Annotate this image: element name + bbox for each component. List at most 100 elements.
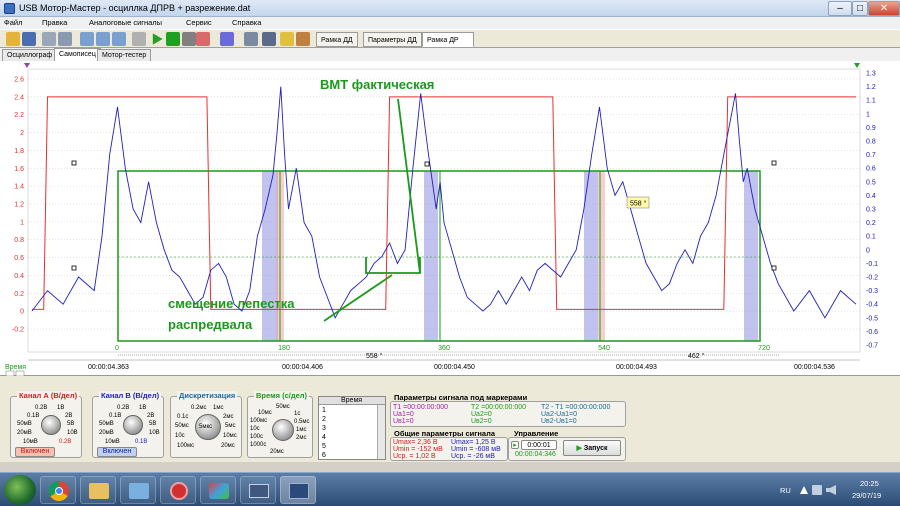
tab-motor-tester[interactable]: Мотор-тестер <box>97 49 152 61</box>
toolbar-tab-frame-dd[interactable]: Рамка ДД <box>316 32 358 47</box>
knob-label: 1В <box>139 405 147 411</box>
table-row[interactable]: 5 <box>322 443 326 450</box>
channel-b-enable-button[interactable]: Включен <box>97 447 137 457</box>
trigger-marker-left[interactable] <box>24 63 30 68</box>
marker-handle[interactable] <box>771 160 777 166</box>
minimize-button[interactable]: – <box>828 1 852 16</box>
time-tick: 00:00:04.363 <box>88 364 129 371</box>
right-tick-label: 0.1 <box>866 234 876 241</box>
knob-selected-value: 0.1В <box>135 439 148 445</box>
marker-handle[interactable] <box>71 265 77 271</box>
window-title: USB Мотор-Мастер - осциллка ДПРВ + разре… <box>19 3 251 13</box>
control-time-input[interactable]: 0:00:01 <box>521 440 557 450</box>
channel-a-title: Канал А (В/дел) <box>17 391 80 400</box>
print-preview-icon[interactable] <box>42 32 56 46</box>
right-tick-label: 0.5 <box>866 179 876 186</box>
stop-icon[interactable] <box>182 32 196 46</box>
markers-table: Время 1 2 3 4 5 6 <box>318 396 386 460</box>
menu-help[interactable]: Справка <box>232 18 261 27</box>
zoom-in-icon[interactable] <box>80 32 94 46</box>
left-axis-ticks: 2.6 2.4 2.2 2 1.8 1.6 1.4 1.2 1 0.8 0.6 0.4 0.2 0 -0.2 <box>12 77 24 334</box>
right-tick-label: -0.5 <box>866 315 878 322</box>
plot-svg[interactable]: 2.6 2.4 2.2 2 1.8 1.6 1.4 1.2 1 0.8 0.6 0.4 0.2 0 -0.2… <box>0 61 900 377</box>
toolbar-tab-frame-dr[interactable]: Рамка ДР <box>422 32 474 47</box>
table-row[interactable]: 6 <box>322 452 326 459</box>
param-ua2: Uа2=0 <box>471 411 492 418</box>
frame-icon[interactable] <box>132 32 146 46</box>
start-button[interactable]: ▶ Запуск <box>563 440 621 456</box>
speaker-icon[interactable] <box>826 485 836 495</box>
knob-label: 0.2мс <box>191 405 207 411</box>
bell-icon[interactable] <box>280 32 294 46</box>
formula-icon[interactable] <box>262 32 276 46</box>
right-tick-label: 0.3 <box>866 207 876 214</box>
markers-table-scrollbar[interactable] <box>377 405 385 459</box>
paint-icon[interactable] <box>200 476 236 504</box>
chrome-icon[interactable] <box>40 476 76 504</box>
knob-label: 2мс <box>223 414 234 420</box>
app-window: USB Мотор-Мастер - осциллка ДПРВ + разре… <box>0 0 900 506</box>
network-icon[interactable] <box>812 485 822 495</box>
red-circle-app-icon[interactable] <box>160 476 196 504</box>
trigger-marker-right[interactable] <box>854 63 860 68</box>
toolbar-tab-params-dd[interactable]: Параметры ДД <box>363 32 422 47</box>
oscilloscope-plot[interactable]: 2.6 2.4 2.2 2 1.8 1.6 1.4 1.2 1 0.8 0.6 0.4 0.2 0 -0.2… <box>0 61 900 377</box>
monitor-app-icon[interactable] <box>240 476 276 504</box>
channel-a-knob[interactable] <box>41 415 61 435</box>
maximize-button[interactable]: □ <box>852 1 868 16</box>
print-icon[interactable] <box>58 32 72 46</box>
signal-b-icon[interactable] <box>220 32 234 46</box>
right-tick-label: 0.7 <box>866 152 876 159</box>
left-tick-label: 0.8 <box>14 237 24 244</box>
knob-label: 50мс <box>276 404 290 410</box>
clock-date[interactable]: 29/07/19 <box>852 491 881 500</box>
right-tick-label: 0.2 <box>866 220 876 227</box>
param-a-avg: Uср. = 1,02 В <box>393 453 436 460</box>
menu-edit[interactable]: Правка <box>42 18 67 27</box>
table-row[interactable]: 3 <box>322 425 326 432</box>
table-row[interactable]: 1 <box>322 407 326 414</box>
close-button[interactable]: ✕ <box>868 1 900 16</box>
tab-oscilloscope[interactable]: Осциллограф <box>2 49 58 61</box>
knob-label: 0.1В <box>109 413 122 419</box>
param-a-max: Umax= 2,36 В <box>393 439 438 446</box>
app-window-icon[interactable] <box>120 476 156 504</box>
table-row[interactable]: 4 <box>322 434 326 441</box>
menu-file[interactable]: Файл <box>4 18 22 27</box>
table-icon[interactable] <box>244 32 258 46</box>
time-knob[interactable] <box>272 419 294 441</box>
channel-b-knob[interactable] <box>123 415 143 435</box>
control-group: ▸ 0:00:01 00:00:04:346 ▶ Запуск <box>508 437 626 461</box>
channel-a-enable-button[interactable]: Включен <box>15 447 55 457</box>
menu-analog-signals[interactable]: Аналоговые сигналы <box>89 18 162 27</box>
motor-master-taskbar-icon[interactable] <box>280 476 316 504</box>
table-row[interactable]: 2 <box>322 416 326 423</box>
channel-b-group: Канал В (В/дел) 0.2В 1В 0.1В 2В 50мВ 5В … <box>92 391 164 458</box>
right-tick-label: -0.2 <box>866 275 878 282</box>
knob-label: 1мс <box>296 427 307 433</box>
step-icon[interactable] <box>166 32 180 46</box>
input-language[interactable]: RU <box>780 486 791 495</box>
signal-a-icon[interactable] <box>196 32 210 46</box>
clock-time[interactable]: 20:25 <box>860 479 879 488</box>
knob-label: 20мВ <box>17 430 32 436</box>
open-icon[interactable] <box>6 32 20 46</box>
hand-icon[interactable] <box>296 32 310 46</box>
start-button-label: Запуск <box>583 445 608 452</box>
tab-recorder[interactable]: Самописец <box>54 48 101 61</box>
zoom-fit-icon[interactable] <box>112 32 126 46</box>
marker-handle[interactable] <box>771 265 777 271</box>
marker-handle[interactable] <box>424 161 430 167</box>
explorer-icon[interactable] <box>80 476 116 504</box>
start-button-icon[interactable] <box>4 475 36 505</box>
knob-label: 10мс <box>258 410 272 416</box>
control-play-button[interactable]: ▸ <box>511 441 519 449</box>
menu-service[interactable]: Сервис <box>186 18 212 27</box>
play-icon[interactable] <box>152 33 163 45</box>
knob-label: 1с <box>294 411 301 417</box>
tray-up-arrow-icon[interactable] <box>800 486 808 494</box>
zoom-out-icon[interactable] <box>96 32 110 46</box>
discretization-group: Дискретизация 0.2мс 1мс 0.1с 2мс 50мс 5м… <box>170 391 242 458</box>
save-icon[interactable] <box>22 32 36 46</box>
marker-handle[interactable] <box>71 160 77 166</box>
